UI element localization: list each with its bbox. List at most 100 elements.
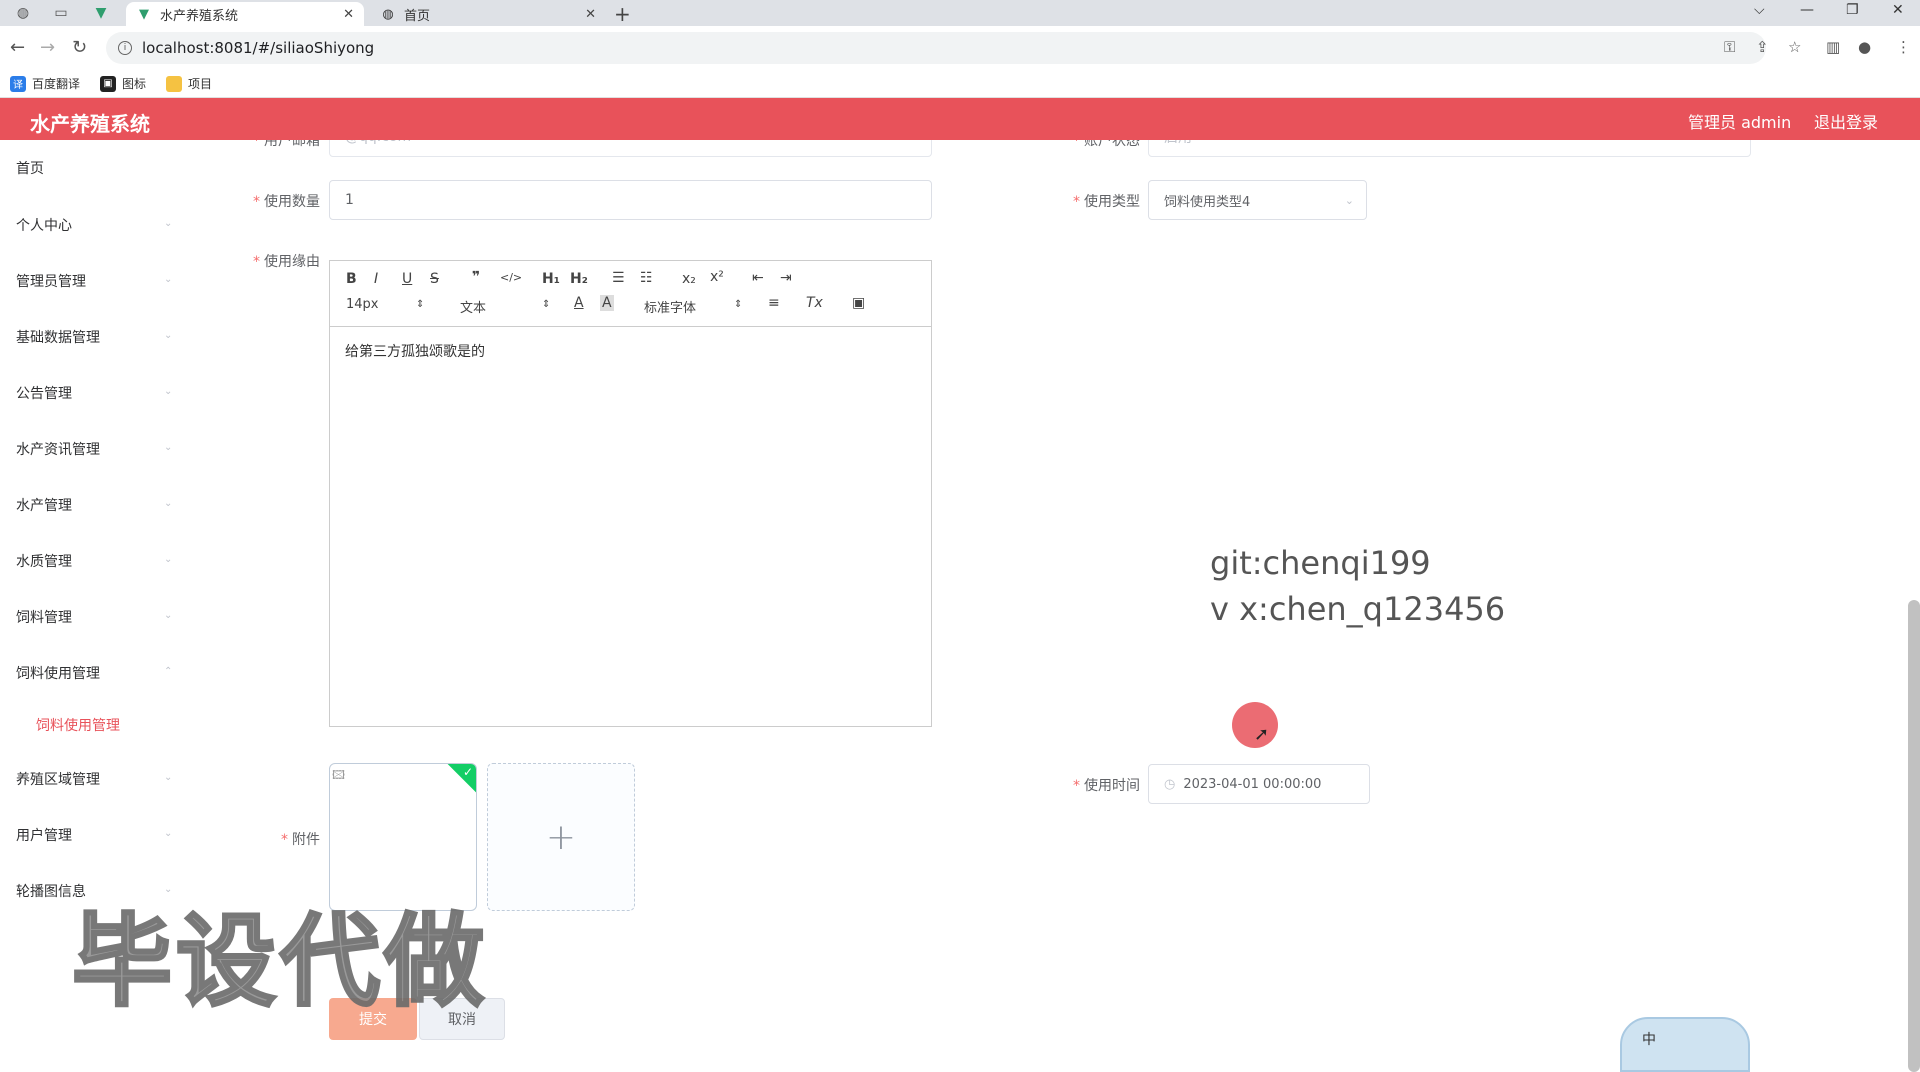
url-field[interactable]: i localhost:8081/#/siliaoShiyong bbox=[106, 32, 1766, 64]
upload-add-button[interactable]: + bbox=[487, 763, 635, 911]
bookmark-icons[interactable]: ▣ 图标 bbox=[100, 75, 146, 92]
ime-mode-label: 中 bbox=[1642, 1032, 1656, 1048]
usage-time-picker[interactable]: ◷ 2023-04-01 00:00:00 bbox=[1148, 764, 1370, 804]
clear-format-icon[interactable]: Tx bbox=[806, 295, 823, 311]
check-icon: ✓ bbox=[462, 765, 473, 779]
page-scrollbar[interactable] bbox=[1908, 600, 1920, 1072]
new-tab-button[interactable]: + bbox=[614, 2, 631, 26]
bookmark-star-icon[interactable]: ☆ bbox=[1788, 38, 1801, 56]
chevron-down-icon: ⌄ bbox=[164, 386, 173, 397]
sidebar-item-users[interactable]: 用户管理 bbox=[16, 825, 72, 845]
sidebar-item-admins[interactable]: 管理员管理 bbox=[16, 271, 86, 291]
heading2-icon[interactable]: H₂ bbox=[570, 271, 588, 287]
sidebar-item-home[interactable]: 首页 bbox=[16, 158, 44, 178]
editor-toolbar: B I U S ❞ </> H₁ H₂ ☰ ☷ x₂ x² ⇤ ⇥ 14px ⇕ … bbox=[330, 261, 931, 327]
minimize-button[interactable]: — bbox=[1800, 2, 1814, 18]
close-window-button[interactable]: ✕ bbox=[1892, 2, 1904, 18]
mouse-cursor-icon: ➚ bbox=[1254, 724, 1270, 745]
chevron-down-icon: ⌄ bbox=[164, 442, 173, 453]
bold-icon[interactable]: B bbox=[346, 271, 357, 287]
chevron-down-icon: ⌄ bbox=[164, 274, 173, 285]
folder-icon bbox=[166, 75, 183, 92]
forward-arrow-icon[interactable]: → bbox=[40, 37, 55, 58]
bookmark-label: 图标 bbox=[122, 77, 147, 91]
background-color-icon[interactable]: A bbox=[600, 295, 614, 311]
chevron-down-icon: ⌄ bbox=[164, 772, 173, 783]
align-icon[interactable]: ≡ bbox=[768, 295, 780, 311]
browser-tab-bar: ◍ ▭ ▼ ▼ 水产养殖系统 ✕ ◍ 首页 ✕ + ⌵ — ❐ ✕ bbox=[0, 0, 1920, 26]
app-header-cover: 水产养殖系统 管理员 admin 退出登录 bbox=[0, 98, 1920, 140]
rich-text-editor[interactable]: B I U S ❞ </> H₁ H₂ ☰ ☷ x₂ x² ⇤ ⇥ 14px ⇕ … bbox=[329, 260, 932, 727]
chevron-down-icon: ⌄ bbox=[164, 828, 173, 839]
quantity-input[interactable]: 1 bbox=[329, 180, 932, 220]
usage-type-select[interactable]: 饲料使用类型4 ⌄ bbox=[1148, 180, 1367, 220]
address-bar-row: ← → ↻ i localhost:8081/#/siliaoShiyong ⚿… bbox=[0, 26, 1920, 70]
sidebar-item-notices[interactable]: 公告管理 bbox=[16, 383, 72, 403]
restore-button[interactable]: ❐ bbox=[1846, 2, 1859, 18]
translate-icon: 译 bbox=[10, 75, 26, 92]
paragraph-select[interactable]: 文本 ⇕ bbox=[460, 297, 550, 316]
usage-type-label: * 使用类型 bbox=[1073, 194, 1140, 210]
site-info-icon[interactable]: i bbox=[118, 41, 132, 55]
blockquote-icon[interactable]: ❞ bbox=[472, 269, 480, 285]
tab-home[interactable]: ◍ 首页 ✕ bbox=[370, 2, 606, 26]
image-insert-icon[interactable]: ▣ bbox=[852, 295, 865, 311]
pinned-tab-vue-icon[interactable]: ▼ bbox=[88, 3, 114, 23]
font-family-select[interactable]: 标准字体 ⇕ bbox=[644, 297, 744, 316]
ordered-list-icon[interactable]: ☰ bbox=[612, 270, 625, 286]
sidebar-item-feed[interactable]: 饲料管理 bbox=[16, 607, 72, 627]
browser-menu-icon[interactable]: ⋮ bbox=[1896, 38, 1911, 56]
reason-label: * 使用缘由 bbox=[253, 254, 320, 270]
sidebar-item-breeding-area[interactable]: 养殖区域管理 bbox=[16, 769, 100, 789]
screen: ◍ ▭ ▼ ▼ 水产养殖系统 ✕ ◍ 首页 ✕ + ⌵ — ❐ ✕ ← → ↻ … bbox=[0, 0, 1920, 1072]
strike-icon[interactable]: S bbox=[430, 271, 439, 287]
sidebar-item-feed-usage[interactable]: 饲料使用管理 bbox=[16, 663, 100, 683]
clock-icon: ◷ bbox=[1164, 776, 1176, 792]
chevron-down-icon: ⌄ bbox=[164, 554, 173, 565]
font-size-select[interactable]: 14px ⇕ bbox=[346, 297, 426, 312]
pinned-tab-globe-icon[interactable]: ◍ bbox=[10, 3, 36, 23]
heading1-icon[interactable]: H₁ bbox=[542, 271, 560, 287]
font-color-icon[interactable]: A bbox=[574, 295, 584, 311]
side-panel-icon[interactable]: ▥ bbox=[1826, 38, 1840, 56]
vue-logo-icon: ▼ bbox=[139, 6, 149, 22]
ime-widget[interactable]: 中 bbox=[1620, 1017, 1750, 1072]
chevron-down-icon: ⌄ bbox=[164, 218, 173, 229]
chevron-down-icon: ⌄ bbox=[164, 498, 173, 509]
sidebar-item-profile[interactable]: 个人中心 bbox=[16, 215, 72, 235]
sidebar-item-aqua-news[interactable]: 水产资讯管理 bbox=[16, 439, 100, 459]
indent-icon[interactable]: ⇥ bbox=[780, 270, 792, 286]
share-icon[interactable]: ⇪ bbox=[1756, 38, 1769, 56]
tab-close-icon[interactable]: ✕ bbox=[585, 7, 596, 22]
sidebar-item-water-quality[interactable]: 水质管理 bbox=[16, 551, 72, 571]
logout-link[interactable]: 退出登录 bbox=[1814, 109, 1878, 133]
editor-content[interactable]: 给第三方孤独颂歌是的 bbox=[330, 327, 931, 375]
superscript-icon[interactable]: x² bbox=[710, 269, 724, 285]
password-key-icon[interactable]: ⚿ bbox=[1724, 38, 1735, 56]
broken-image-icon: 🖾 bbox=[332, 768, 346, 782]
bullet-list-icon[interactable]: ☷ bbox=[640, 270, 653, 286]
back-arrow-icon[interactable]: ← bbox=[10, 37, 25, 58]
tab-search-icon[interactable]: ⌵ bbox=[1754, 2, 1765, 18]
italic-icon[interactable]: I bbox=[374, 271, 378, 287]
tab-app[interactable]: ▼ 水产养殖系统 ✕ bbox=[126, 2, 364, 26]
attachment-label: * 附件 bbox=[281, 832, 320, 848]
bookmark-baidu-translate[interactable]: 译 百度翻译 bbox=[10, 75, 80, 92]
outdent-icon[interactable]: ⇤ bbox=[752, 270, 764, 286]
plus-icon: + bbox=[545, 816, 577, 858]
globe-icon: ◍ bbox=[382, 6, 394, 22]
sidebar-subitem-feed-usage[interactable]: 饲料使用管理 bbox=[36, 715, 120, 735]
bookmark-project[interactable]: 项目 bbox=[166, 75, 212, 92]
pinned-tab-blank-icon[interactable]: ▭ bbox=[48, 3, 74, 23]
sidebar-item-aquatic[interactable]: 水产管理 bbox=[16, 495, 72, 515]
code-icon[interactable]: </> bbox=[500, 271, 522, 284]
underline-icon[interactable]: U bbox=[402, 271, 412, 287]
quantity-label: * 使用数量 bbox=[253, 194, 320, 210]
current-user: 管理员 admin bbox=[1688, 113, 1792, 132]
tab-close-icon[interactable]: ✕ bbox=[343, 7, 354, 22]
subscript-icon[interactable]: x₂ bbox=[682, 271, 696, 287]
profile-avatar-icon[interactable]: ● bbox=[1858, 38, 1871, 56]
sidebar-item-base-data[interactable]: 基础数据管理 bbox=[16, 327, 100, 347]
reload-icon[interactable]: ↻ bbox=[72, 37, 87, 58]
usage-time-label: * 使用时间 bbox=[1073, 778, 1140, 794]
